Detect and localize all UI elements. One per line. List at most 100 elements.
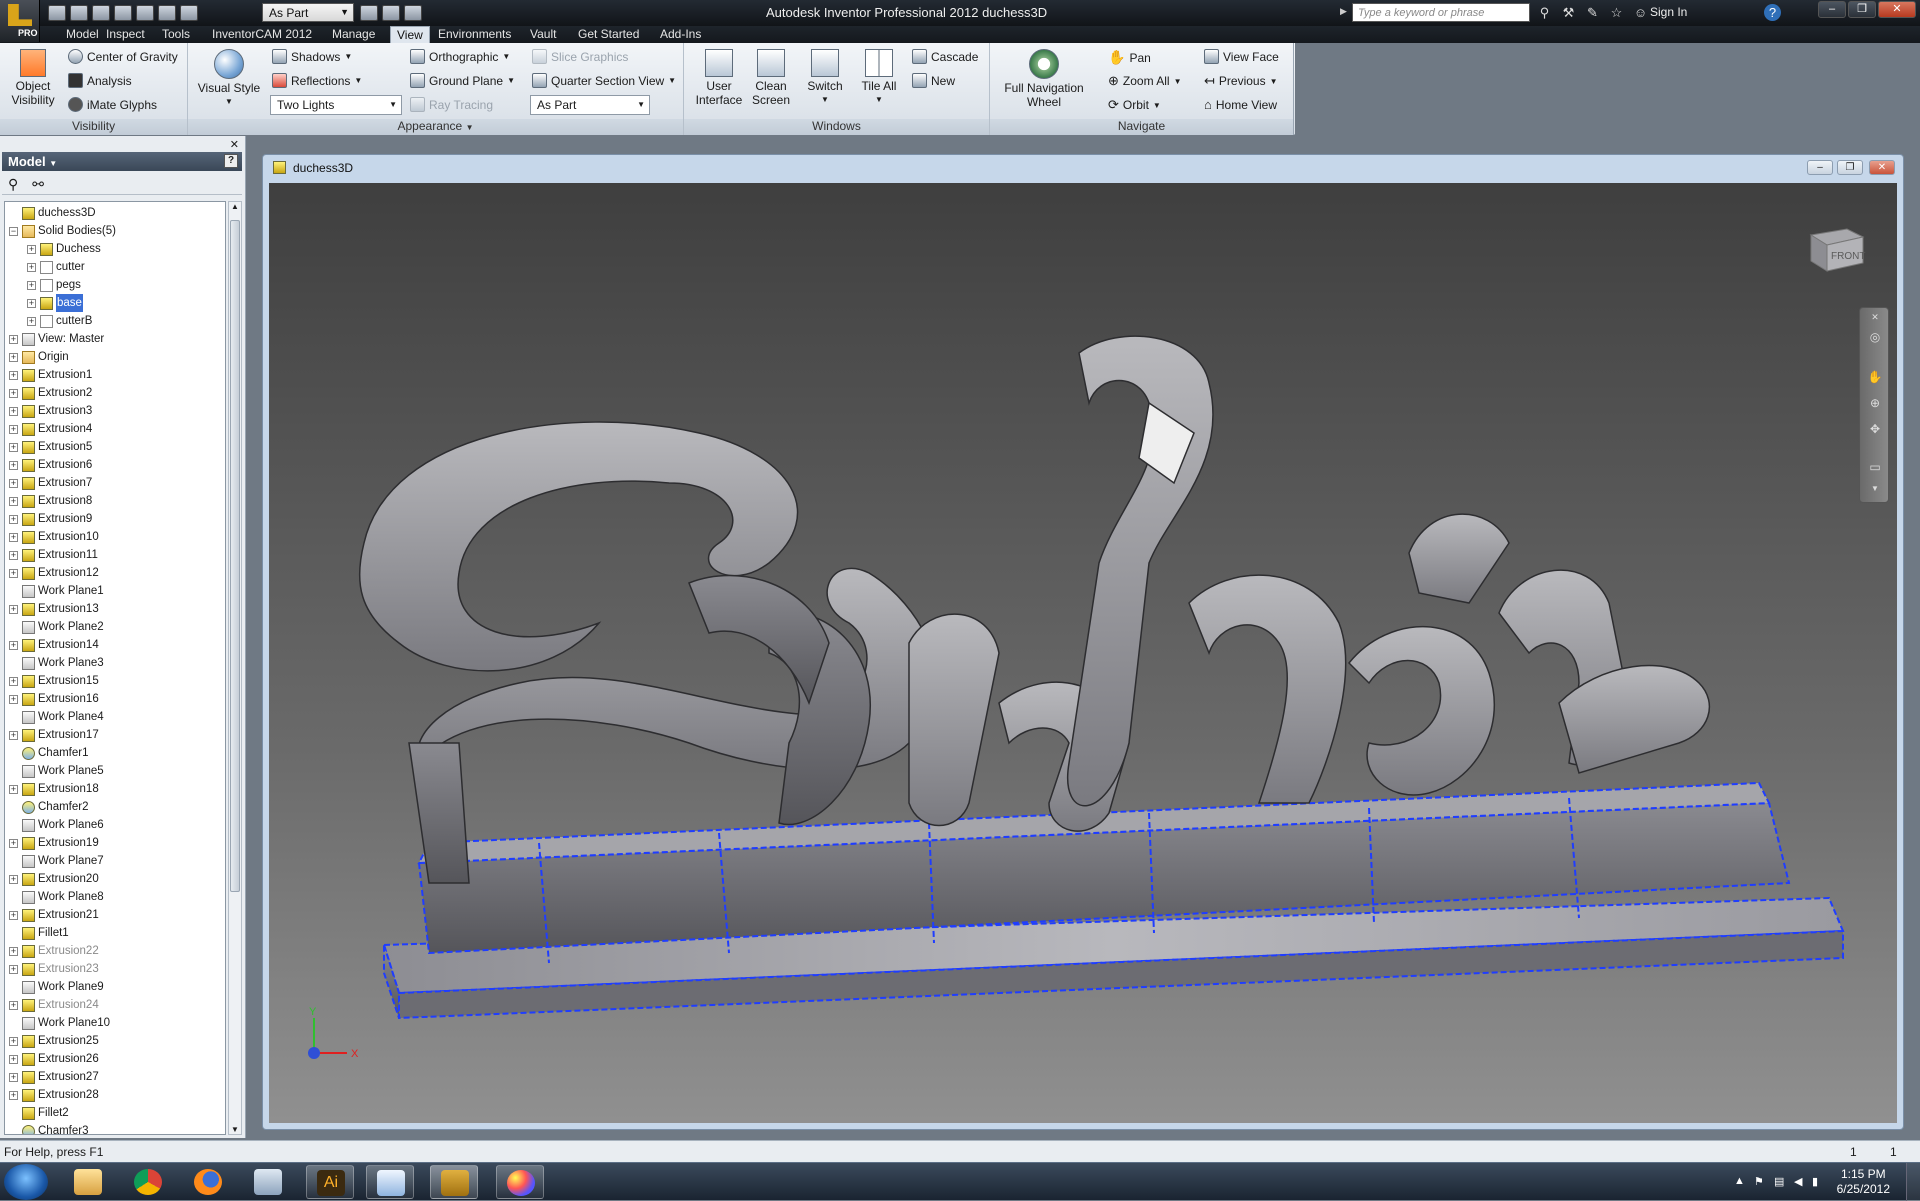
expand-icon[interactable]: + [9,388,18,398]
object-visibility-button[interactable]: Object Visibility [8,49,58,107]
expand-icon[interactable]: + [27,316,36,326]
tree-item[interactable]: +Chamfer3 [9,1122,89,1134]
tree-item[interactable]: + View: Master [9,330,104,348]
expand-icon[interactable]: + [9,946,18,956]
tree-item[interactable]: + Extrusion16 [9,690,99,708]
user-interface-button[interactable]: User Interface [692,49,746,107]
expand-icon[interactable]: + [9,1090,18,1100]
taskbar-paint[interactable] [496,1165,544,1199]
network-icon[interactable]: ▤ [1774,1175,1784,1188]
filter-icon[interactable]: ⚲ [8,176,18,192]
update-icon[interactable] [180,5,198,21]
tree-item[interactable]: + Extrusion1 [9,366,92,384]
browser-close-icon[interactable]: ✕ [230,138,239,151]
communication-icon[interactable]: ✎ [1584,4,1601,21]
tree-item[interactable]: + pegs [27,276,81,294]
tree-item[interactable]: + Extrusion19 [9,834,99,852]
tile-all-button[interactable]: Tile All ▼ [854,49,904,107]
expand-icon[interactable]: + [27,298,36,308]
restore-button[interactable]: ❐ [1848,1,1876,18]
taskbar-clock[interactable]: 1:15 PM 6/25/2012 [1837,1167,1890,1197]
tree-item[interactable]: + Extrusion4 [9,420,92,438]
tree-item[interactable]: +Work Plane9 [9,978,104,996]
subscription-icon[interactable]: ⚒ [1560,4,1577,21]
doc-minimize-button[interactable]: – [1807,160,1833,175]
tree-item[interactable]: + Extrusion8 [9,492,92,510]
browser-help-icon[interactable]: ? [224,154,238,168]
expand-icon[interactable]: + [9,442,18,452]
view-face-button[interactable]: View Face [1204,49,1279,64]
start-button-icon[interactable] [4,1164,48,1200]
steering-wheel-icon[interactable]: ◎ [1867,330,1883,346]
expand-icon[interactable]: + [9,640,18,650]
clean-screen-button[interactable]: Clean Screen [748,49,794,107]
taskbar-illustrator[interactable]: Ai [306,1165,354,1199]
tree-item[interactable]: + Duchess [27,240,101,258]
expand-icon[interactable]: + [9,694,18,704]
expand-icon[interactable]: + [9,334,18,344]
tab-vault[interactable]: Vault [524,26,562,43]
action-center-icon[interactable]: ⚑ [1754,1175,1764,1188]
expand-icon[interactable]: + [9,604,18,614]
tab-add-ins[interactable]: Add-Ins [654,26,707,43]
home-view-button[interactable]: ⌂ Home View [1204,97,1277,112]
orbit-icon[interactable]: ✥ [1867,422,1883,438]
tree-item[interactable]: +Work Plane10 [9,1014,110,1032]
expand-icon[interactable]: + [9,1054,18,1064]
expand-icon[interactable]: + [9,352,18,362]
tree-item[interactable]: +duchess3D [9,204,96,222]
tree-item[interactable]: + Extrusion21 [9,906,99,924]
show-desktop-button[interactable] [1906,1163,1920,1201]
look-at-icon[interactable]: ▭ [1867,460,1883,476]
tree-item[interactable]: + Extrusion3 [9,402,92,420]
expand-icon[interactable]: + [9,730,18,740]
tree-item[interactable]: + Extrusion28 [9,1086,99,1104]
redo-icon[interactable] [136,5,154,21]
function-icon[interactable] [360,5,378,21]
tree-item[interactable]: + Extrusion20 [9,870,99,888]
expand-icon[interactable]: + [9,370,18,380]
binoculars-icon[interactable]: ⚲ [1536,4,1553,21]
ray-tracing-button[interactable]: Ray Tracing [410,97,493,112]
tree-item[interactable]: + Extrusion6 [9,456,92,474]
tray-expand-icon[interactable]: ▲ [1734,1175,1745,1187]
new-file-icon[interactable] [48,5,66,21]
tree-item[interactable]: + Extrusion18 [9,780,99,798]
doc-restore-button[interactable]: ❐ [1837,160,1863,175]
tree-item[interactable]: +Fillet2 [9,1104,69,1122]
tree-item[interactable]: + Extrusion17 [9,726,99,744]
expand-icon[interactable]: + [9,496,18,506]
browser-scrollbar[interactable]: ▲ ▼ [228,201,242,1135]
user-icon[interactable]: ☺ [1632,4,1649,21]
tab-tools[interactable]: Tools [156,26,196,43]
visual-style-button[interactable]: Visual Style ▼ [196,49,262,109]
browser-header[interactable]: Model ▼ ? [2,152,242,171]
taskbar-firefox[interactable] [184,1165,232,1199]
undo-icon[interactable] [114,5,132,21]
slice-graphics-button[interactable]: Slice Graphics [532,49,628,64]
pan-button[interactable]: ✋ Pan [1108,49,1151,66]
tab-environments[interactable]: Environments [432,26,517,43]
tab-inspect[interactable]: Inspect [100,26,151,43]
tree-item[interactable]: + Extrusion10 [9,528,99,546]
tree-item[interactable]: + Extrusion14 [9,636,99,654]
doc-close-button[interactable]: ✕ [1869,160,1895,175]
tree-item[interactable]: + Extrusion26 [9,1050,99,1068]
zoom-icon[interactable]: ⊕ [1867,396,1883,412]
favorites-star-icon[interactable]: ☆ [1608,4,1625,21]
zoom-all-button[interactable]: ⊕ Zoom All ▼ [1108,73,1182,89]
tree-item[interactable]: +Work Plane4 [9,708,104,726]
orbit-button[interactable]: ⟳ Orbit ▼ [1108,97,1161,113]
scroll-up-icon[interactable]: ▲ [229,202,241,211]
expand-icon[interactable]: + [9,676,18,686]
tree-item[interactable]: − Solid Bodies(5) [9,222,116,240]
tree-item[interactable]: + Extrusion5 [9,438,92,456]
tree-item[interactable]: +Work Plane1 [9,582,104,600]
analysis-button[interactable]: Analysis [68,73,132,88]
tree-item[interactable]: +Fillet1 [9,924,69,942]
lighting-style-combo[interactable]: Two Lights ▼ [270,95,402,115]
tree-item[interactable]: +Work Plane3 [9,654,104,672]
taskbar-calculator[interactable] [244,1165,292,1199]
tree-item[interactable]: + Extrusion7 [9,474,92,492]
expand-icon[interactable]: + [9,568,18,578]
